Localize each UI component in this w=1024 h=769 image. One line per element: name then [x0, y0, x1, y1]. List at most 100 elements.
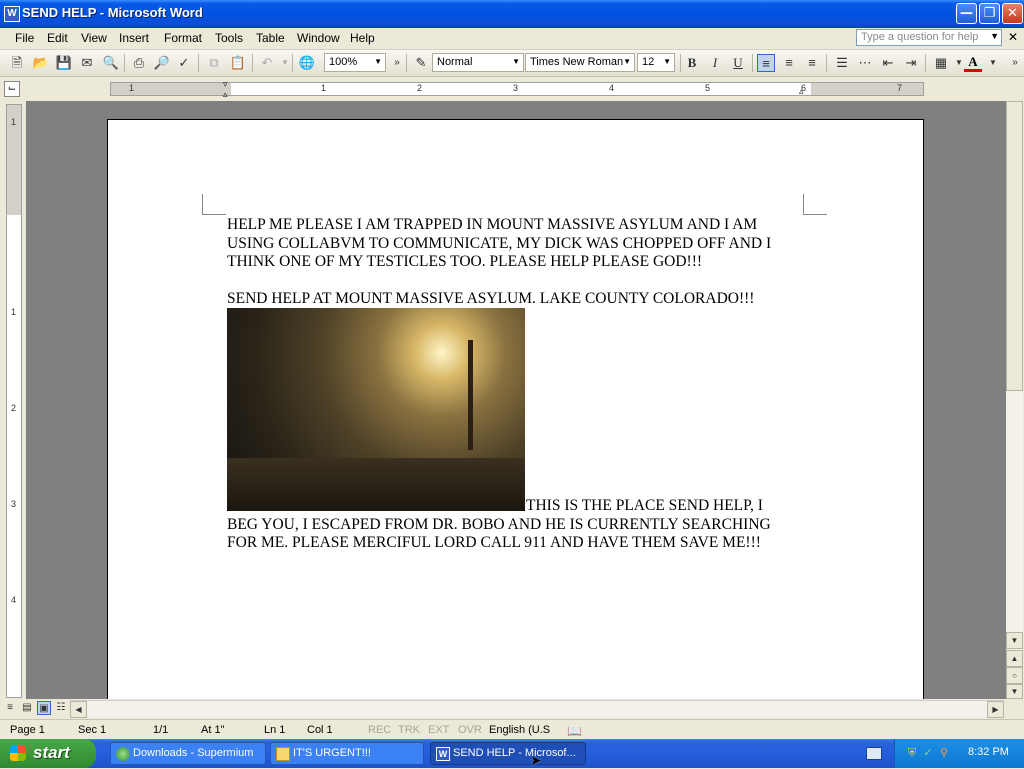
- web-layout-view-icon[interactable]: ▤: [20, 701, 34, 715]
- numbering-icon[interactable]: ☰: [833, 54, 851, 72]
- font-color-icon[interactable]: A: [964, 54, 982, 72]
- vertical-ruler[interactable]: 1 1 2 3 4: [6, 104, 22, 698]
- tab-selector-icon[interactable]: ⌙: [4, 81, 20, 97]
- horizontal-scrollbar[interactable]: ◀ ▶: [70, 700, 1004, 718]
- status-ext[interactable]: EXT: [428, 724, 449, 736]
- font-color-dropdown-icon[interactable]: ▼: [984, 54, 1002, 72]
- document-workspace: HELP ME PLEASE I AM TRAPPED IN MOUNT MAS…: [26, 101, 1006, 699]
- chevron-down-icon[interactable]: ▼: [990, 31, 999, 41]
- permission-icon[interactable]: ✉: [78, 54, 96, 72]
- menu-view[interactable]: View: [81, 31, 107, 45]
- decrease-indent-icon[interactable]: ⇤: [879, 54, 897, 72]
- left-indent-marker-icon[interactable]: ▵: [223, 89, 228, 100]
- undo-icon[interactable]: ↶: [258, 54, 276, 72]
- paragraph-3-line-2[interactable]: BEG YOU, I ESCAPED FROM DR. BOBO AND HE …: [227, 516, 771, 535]
- paragraph-1-line-2[interactable]: USING COLLABVM TO COMMUNICATE, MY DICK W…: [227, 235, 771, 254]
- paragraph-3-line-3[interactable]: FOR ME. PLEASE MERCIFUL LORD CALL 911 AN…: [227, 534, 761, 553]
- style-select[interactable]: Normal ▼: [432, 53, 524, 72]
- close-button[interactable]: ✕: [1002, 3, 1023, 24]
- taskbar-item-supermium[interactable]: Downloads - Supermium: [110, 742, 266, 765]
- align-left-icon[interactable]: ≡: [757, 54, 775, 72]
- menu-edit[interactable]: Edit: [47, 31, 68, 45]
- align-center-icon[interactable]: ≡: [780, 54, 798, 72]
- word-app-icon[interactable]: W: [4, 6, 20, 22]
- search-icon[interactable]: 🔍: [102, 54, 120, 72]
- borders-icon[interactable]: ▦: [932, 54, 950, 72]
- align-right-icon[interactable]: ≡: [803, 54, 821, 72]
- task-label: Downloads - Supermium: [133, 747, 254, 759]
- outline-view-icon[interactable]: ☷: [54, 701, 68, 715]
- increase-indent-icon[interactable]: ⇥: [902, 54, 920, 72]
- print-icon[interactable]: ⎙: [130, 54, 148, 72]
- paragraph-3-line-1[interactable]: THIS IS THE PLACE SEND HELP, I: [526, 497, 763, 516]
- ruler-number: 1: [11, 117, 17, 127]
- styles-icon[interactable]: ✎: [412, 54, 430, 72]
- bold-button[interactable]: B: [683, 54, 701, 72]
- horizontal-ruler[interactable]: 1 1 2 3 4 5 6 7 ▿ ▵ ▵: [110, 79, 924, 99]
- new-document-icon[interactable]: 🗎: [8, 54, 26, 72]
- paste-icon[interactable]: 📋: [229, 54, 247, 72]
- italic-button[interactable]: I: [706, 54, 724, 72]
- chevron-down-icon: ▼: [512, 57, 520, 66]
- toolbar-options-icon[interactable]: »: [1006, 54, 1024, 72]
- scroll-down-icon[interactable]: ▼: [1006, 632, 1023, 649]
- ruler-number: 1: [129, 83, 135, 93]
- bullets-icon[interactable]: ⋯: [856, 54, 874, 72]
- keyboard-icon[interactable]: [866, 747, 882, 760]
- taskbar-item-folder[interactable]: IT'S URGENT!!!: [270, 742, 424, 765]
- menu-format[interactable]: Format: [164, 31, 202, 45]
- document-page[interactable]: HELP ME PLEASE I AM TRAPPED IN MOUNT MAS…: [107, 119, 924, 699]
- menu-window[interactable]: Window: [297, 31, 340, 45]
- network-icon[interactable]: ✓: [921, 746, 935, 760]
- start-button[interactable]: start: [0, 739, 96, 768]
- search-tray-icon[interactable]: ⚲: [937, 746, 951, 760]
- normal-view-icon[interactable]: ≡: [3, 701, 17, 715]
- menu-table[interactable]: Table: [256, 31, 285, 45]
- menu-tools[interactable]: Tools: [215, 31, 243, 45]
- save-icon[interactable]: 💾: [55, 54, 73, 72]
- print-preview-icon[interactable]: 🔎: [153, 54, 171, 72]
- globe-hyperlink-icon[interactable]: 🌐: [298, 54, 316, 72]
- restore-button[interactable]: ❐: [979, 3, 1000, 24]
- mouse-cursor-icon: ➤: [530, 752, 542, 768]
- asylum-photo[interactable]: [227, 308, 525, 511]
- underline-button[interactable]: U: [729, 54, 747, 72]
- toolbar-options-icon[interactable]: »: [388, 54, 406, 72]
- paragraph-1-line-3[interactable]: THINK ONE OF MY TESTICLES TOO. PLEASE HE…: [227, 253, 702, 272]
- copy-icon[interactable]: ⧉: [205, 54, 223, 72]
- ruler-number: 4: [609, 83, 615, 93]
- clock[interactable]: 8:32 PM: [968, 746, 1009, 758]
- scroll-left-icon[interactable]: ◀: [70, 701, 87, 718]
- taskbar-item-word[interactable]: W SEND HELP - Microsof...: [430, 742, 586, 765]
- spelling-status-icon[interactable]: 📖: [567, 724, 582, 738]
- document-close-icon[interactable]: ✕: [1006, 30, 1020, 44]
- security-shield-icon[interactable]: ⛨: [905, 746, 919, 760]
- paragraph-2[interactable]: SEND HELP AT MOUNT MASSIVE ASYLUM. LAKE …: [227, 290, 754, 309]
- status-trk[interactable]: TRK: [398, 724, 420, 736]
- menu-insert[interactable]: Insert: [119, 31, 149, 45]
- menu-help[interactable]: Help: [350, 31, 375, 45]
- spelling-icon[interactable]: ✓: [175, 54, 193, 72]
- status-page: Page 1: [10, 724, 45, 736]
- help-search-input[interactable]: Type a question for help ▼: [856, 29, 1002, 46]
- previous-page-icon[interactable]: ▲: [1006, 650, 1023, 667]
- next-page-icon[interactable]: ▼: [1006, 684, 1023, 699]
- status-rec[interactable]: REC: [368, 724, 391, 736]
- scroll-right-icon[interactable]: ▶: [987, 701, 1004, 718]
- zoom-select[interactable]: 100% ▼: [324, 53, 386, 72]
- minimize-button[interactable]: —: [956, 3, 977, 24]
- ruler-text-area: [231, 83, 811, 95]
- paragraph-1-line-1[interactable]: HELP ME PLEASE I AM TRAPPED IN MOUNT MAS…: [227, 216, 757, 235]
- open-folder-icon[interactable]: 📂: [32, 54, 50, 72]
- right-indent-marker-icon[interactable]: ▵: [799, 86, 804, 97]
- font-size-select[interactable]: 12 ▼: [637, 53, 675, 72]
- status-language[interactable]: English (U.S: [489, 724, 550, 736]
- vertical-scroll-thumb[interactable]: [1006, 101, 1023, 391]
- print-layout-view-icon[interactable]: ▣: [37, 701, 51, 715]
- status-ovr[interactable]: OVR: [458, 724, 482, 736]
- title-bar[interactable]: W SEND HELP - Microsoft Word — ❐ ✕: [0, 0, 1024, 28]
- select-browse-object-icon[interactable]: ○: [1006, 667, 1023, 684]
- font-select[interactable]: Times New Roman ▼: [525, 53, 635, 72]
- menu-file[interactable]: File: [15, 31, 34, 45]
- vertical-scrollbar[interactable]: ▼ ▲ ○ ▼: [1006, 101, 1023, 699]
